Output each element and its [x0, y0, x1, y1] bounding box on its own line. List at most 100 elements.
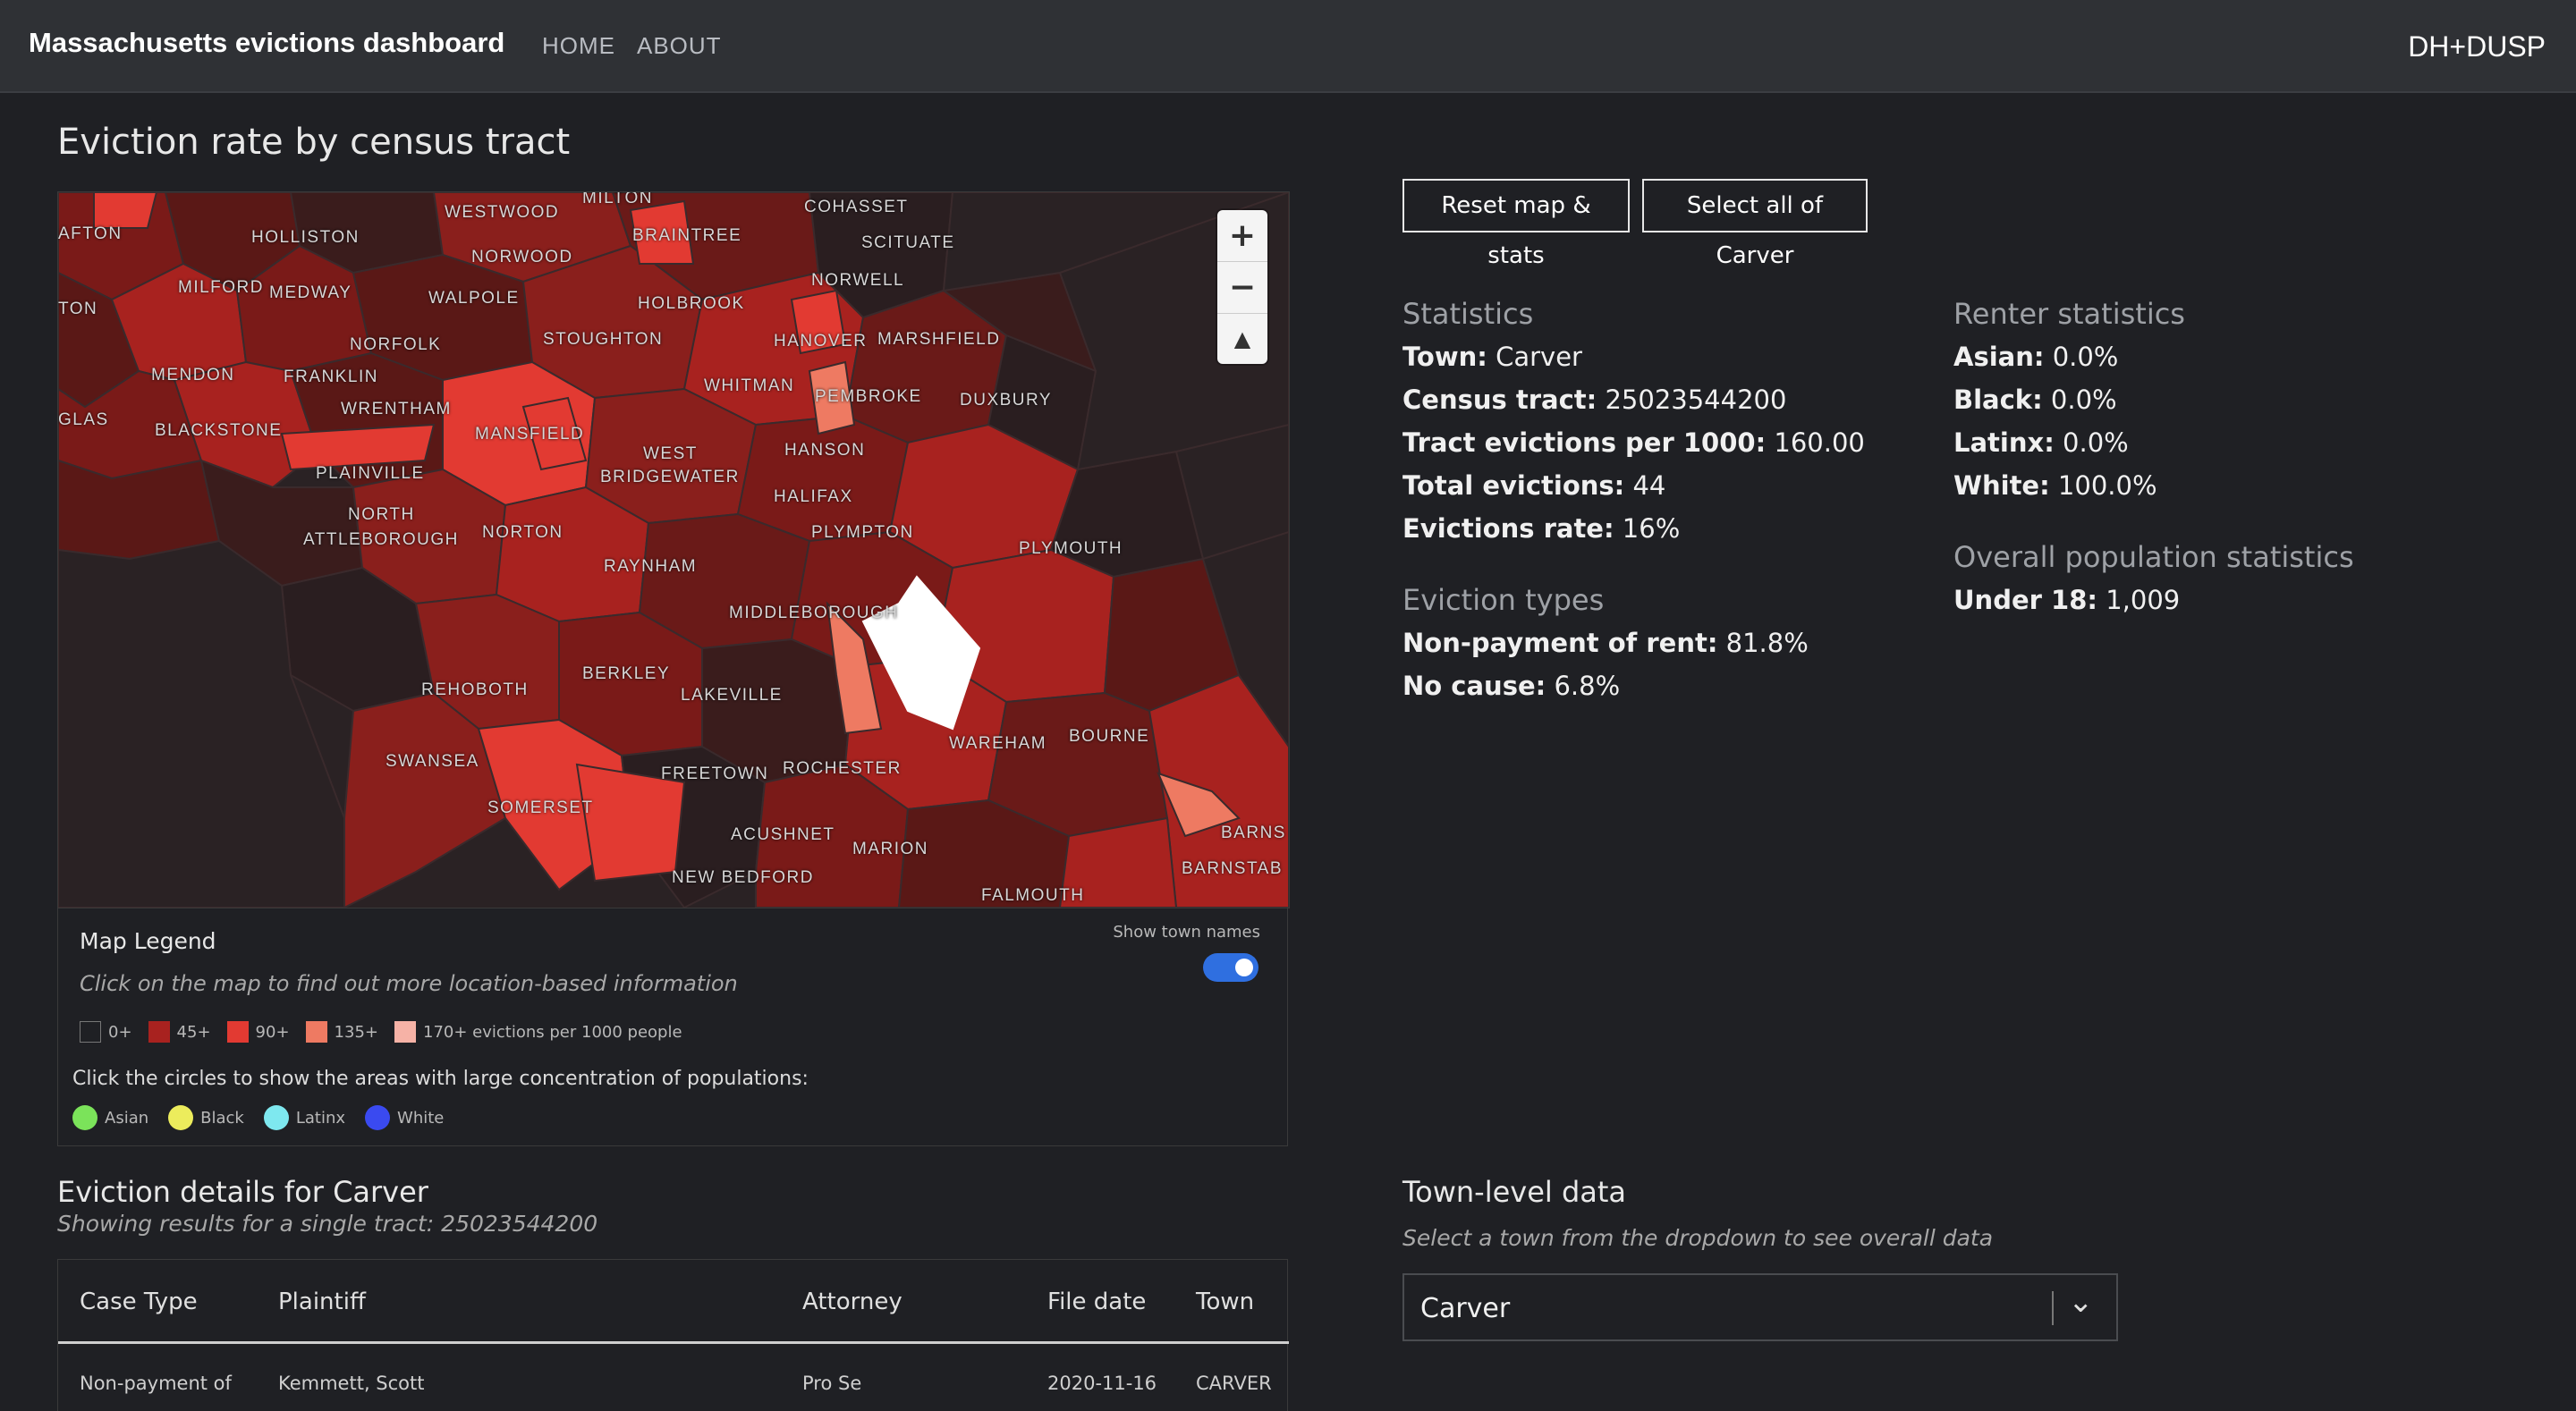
cell-attorney: Pro Se — [802, 1373, 862, 1394]
map-town-label: FRANKLIN — [284, 368, 378, 386]
legend-title: Map Legend — [80, 928, 216, 954]
map-zoom-control: + − ▲ — [1217, 210, 1267, 364]
column-header-file-date[interactable]: File date — [1047, 1288, 1146, 1315]
map-section-title: Eviction rate by census tract — [57, 122, 571, 163]
map-town-label: WALPOLE — [428, 289, 520, 308]
swatch-icon — [305, 1021, 327, 1043]
map-town-label: NORTH — [348, 505, 415, 524]
compass-icon[interactable]: ▲ — [1217, 314, 1267, 365]
select-all-town-button[interactable]: Select all of Carver — [1642, 179, 1868, 269]
map-town-label: BERKLEY — [582, 664, 671, 683]
stat-census-tract: Census tract: 25023544200 — [1402, 384, 1787, 415]
column-header-case-type[interactable]: Case Type — [80, 1288, 198, 1315]
nav-about-link[interactable]: ABOUT — [637, 32, 722, 60]
town-select-dropdown[interactable]: Carver ⌄ — [1402, 1273, 2118, 1341]
population-circles: Asian Black Latinx White — [72, 1105, 463, 1130]
map-town-label: MARSHFIELD — [877, 330, 1001, 349]
town-level-subtitle: Select a town from the dropdown to see o… — [1402, 1225, 1994, 1251]
show-town-names-toggle[interactable] — [1203, 953, 1258, 982]
map-town-label: MEDWAY — [269, 283, 352, 302]
eviction-types-heading: Eviction types — [1402, 583, 1605, 617]
brand-title[interactable]: Massachusetts evictions dashboard — [29, 27, 504, 59]
circle-white[interactable]: White — [365, 1105, 444, 1130]
map-town-label: COHASSET — [804, 198, 909, 216]
toggle-knob — [1235, 959, 1253, 976]
eviction-details-subtitle: Showing results for a single tract: 2502… — [57, 1211, 598, 1237]
town-select-value: Carver — [1420, 1293, 1511, 1324]
chevron-down-icon[interactable]: ⌄ — [2068, 1284, 2094, 1320]
nav-dhdusp-link[interactable]: DH+DUSP — [2408, 30, 2546, 63]
map-town-label: WRENTHAM — [341, 400, 452, 418]
map-town-label: BARNS — [1221, 824, 1286, 842]
map-town-label: NEW BEDFORD — [672, 868, 814, 887]
zoom-out-button[interactable]: − — [1217, 262, 1267, 314]
legend-bucket-90: 90+ — [226, 1021, 290, 1043]
map-town-label: DUXBURY — [960, 391, 1053, 410]
map-town-label: HANSON — [784, 441, 866, 460]
map-town-label: HOLBROOK — [638, 294, 745, 313]
table-header-divider — [58, 1341, 1289, 1344]
circle-icon[interactable] — [168, 1105, 194, 1130]
circle-icon[interactable] — [365, 1105, 391, 1130]
map-town-label: MENDON — [151, 366, 235, 384]
eviction-details-title: Eviction details for Carver — [57, 1175, 428, 1209]
map-town-label: NORWELL — [811, 271, 905, 290]
population-statistics-heading: Overall population statistics — [1953, 540, 2354, 574]
map-town-label: LAKEVILLE — [681, 686, 783, 705]
cell-case-type: Non-payment of — [80, 1373, 232, 1394]
swatch-icon — [226, 1021, 249, 1043]
map-town-label: HALIFAX — [774, 487, 853, 506]
map-town-label: HANOVER — [774, 332, 868, 351]
renter-asian: Asian: 0.0% — [1953, 342, 2119, 372]
map-town-label: ATTLEBOROUGH — [303, 530, 459, 549]
stat-town: Town: Carver — [1402, 342, 1582, 372]
map-town-label: PLAINVILLE — [316, 464, 425, 483]
map-town-label: WAREHAM — [949, 734, 1047, 753]
column-header-plaintiff[interactable]: Plaintiff — [278, 1288, 366, 1315]
eviction-map[interactable]: AFTON HOLLISTON WESTWOOD MILTON COHASSET… — [57, 191, 1290, 908]
cell-plaintiff: Kemmett, Scott — [278, 1373, 425, 1394]
nav-home-link[interactable]: HOME — [542, 32, 615, 60]
legend-bucket-45: 45+ — [148, 1021, 211, 1043]
map-town-label: NORTON — [482, 523, 564, 542]
circle-latinx[interactable]: Latinx — [263, 1105, 345, 1130]
column-header-attorney[interactable]: Attorney — [802, 1288, 902, 1315]
map-town-label: AFTON — [58, 224, 123, 243]
select-separator — [2052, 1291, 2054, 1325]
legend-hint: Click on the map to find out more locati… — [80, 971, 738, 996]
stat-evictions-per-1000: Tract evictions per 1000: 160.00 — [1402, 427, 1865, 458]
reset-map-button[interactable]: Reset map & stats — [1402, 179, 1630, 269]
map-town-label: NORFOLK — [350, 335, 442, 354]
cell-file-date: 2020-11-16 — [1047, 1373, 1157, 1394]
map-town-label: GLAS — [58, 410, 109, 429]
zoom-in-button[interactable]: + — [1217, 210, 1267, 262]
circle-asian[interactable]: Asian — [72, 1105, 148, 1130]
swatch-icon — [394, 1021, 416, 1043]
population-circles-title: Click the circles to show the areas with… — [72, 1068, 809, 1090]
map-town-label: SWANSEA — [386, 752, 479, 771]
map-town-label: MIDDLEBOROUGH — [729, 604, 899, 622]
map-town-label: WESTWOOD — [445, 203, 560, 222]
map-town-label: FALMOUTH — [981, 886, 1085, 905]
map-town-label: MILTON — [582, 191, 654, 207]
stat-non-payment: Non-payment of rent: 81.8% — [1402, 628, 1809, 658]
map-town-label: FREETOWN — [661, 765, 769, 783]
stat-no-cause: No cause: 6.8% — [1402, 671, 1621, 701]
legend-bucket-0: 0+ — [80, 1021, 132, 1043]
renter-latinx: Latinx: 0.0% — [1953, 427, 2129, 458]
map-town-label: SCITUATE — [861, 233, 955, 252]
show-town-names-label: Show town names — [1113, 923, 1260, 942]
map-town-label: BRAINTREE — [632, 226, 742, 245]
statistics-heading: Statistics — [1402, 297, 1534, 331]
map-town-label: NORWOOD — [471, 248, 573, 266]
population-under-18: Under 18: 1,009 — [1953, 585, 2181, 615]
swatch-icon — [148, 1021, 170, 1043]
legend-buckets: 0+ 45+ 90+ 135+ 170+ evictions per 1000 … — [80, 1021, 699, 1043]
circle-icon[interactable] — [263, 1105, 289, 1130]
column-header-town[interactable]: Town — [1196, 1288, 1254, 1315]
circle-icon[interactable] — [72, 1105, 97, 1130]
swatch-icon — [80, 1021, 101, 1043]
map-town-label: STOUGHTON — [543, 330, 664, 349]
map-town-label: BLACKSTONE — [155, 421, 283, 440]
circle-black[interactable]: Black — [168, 1105, 244, 1130]
